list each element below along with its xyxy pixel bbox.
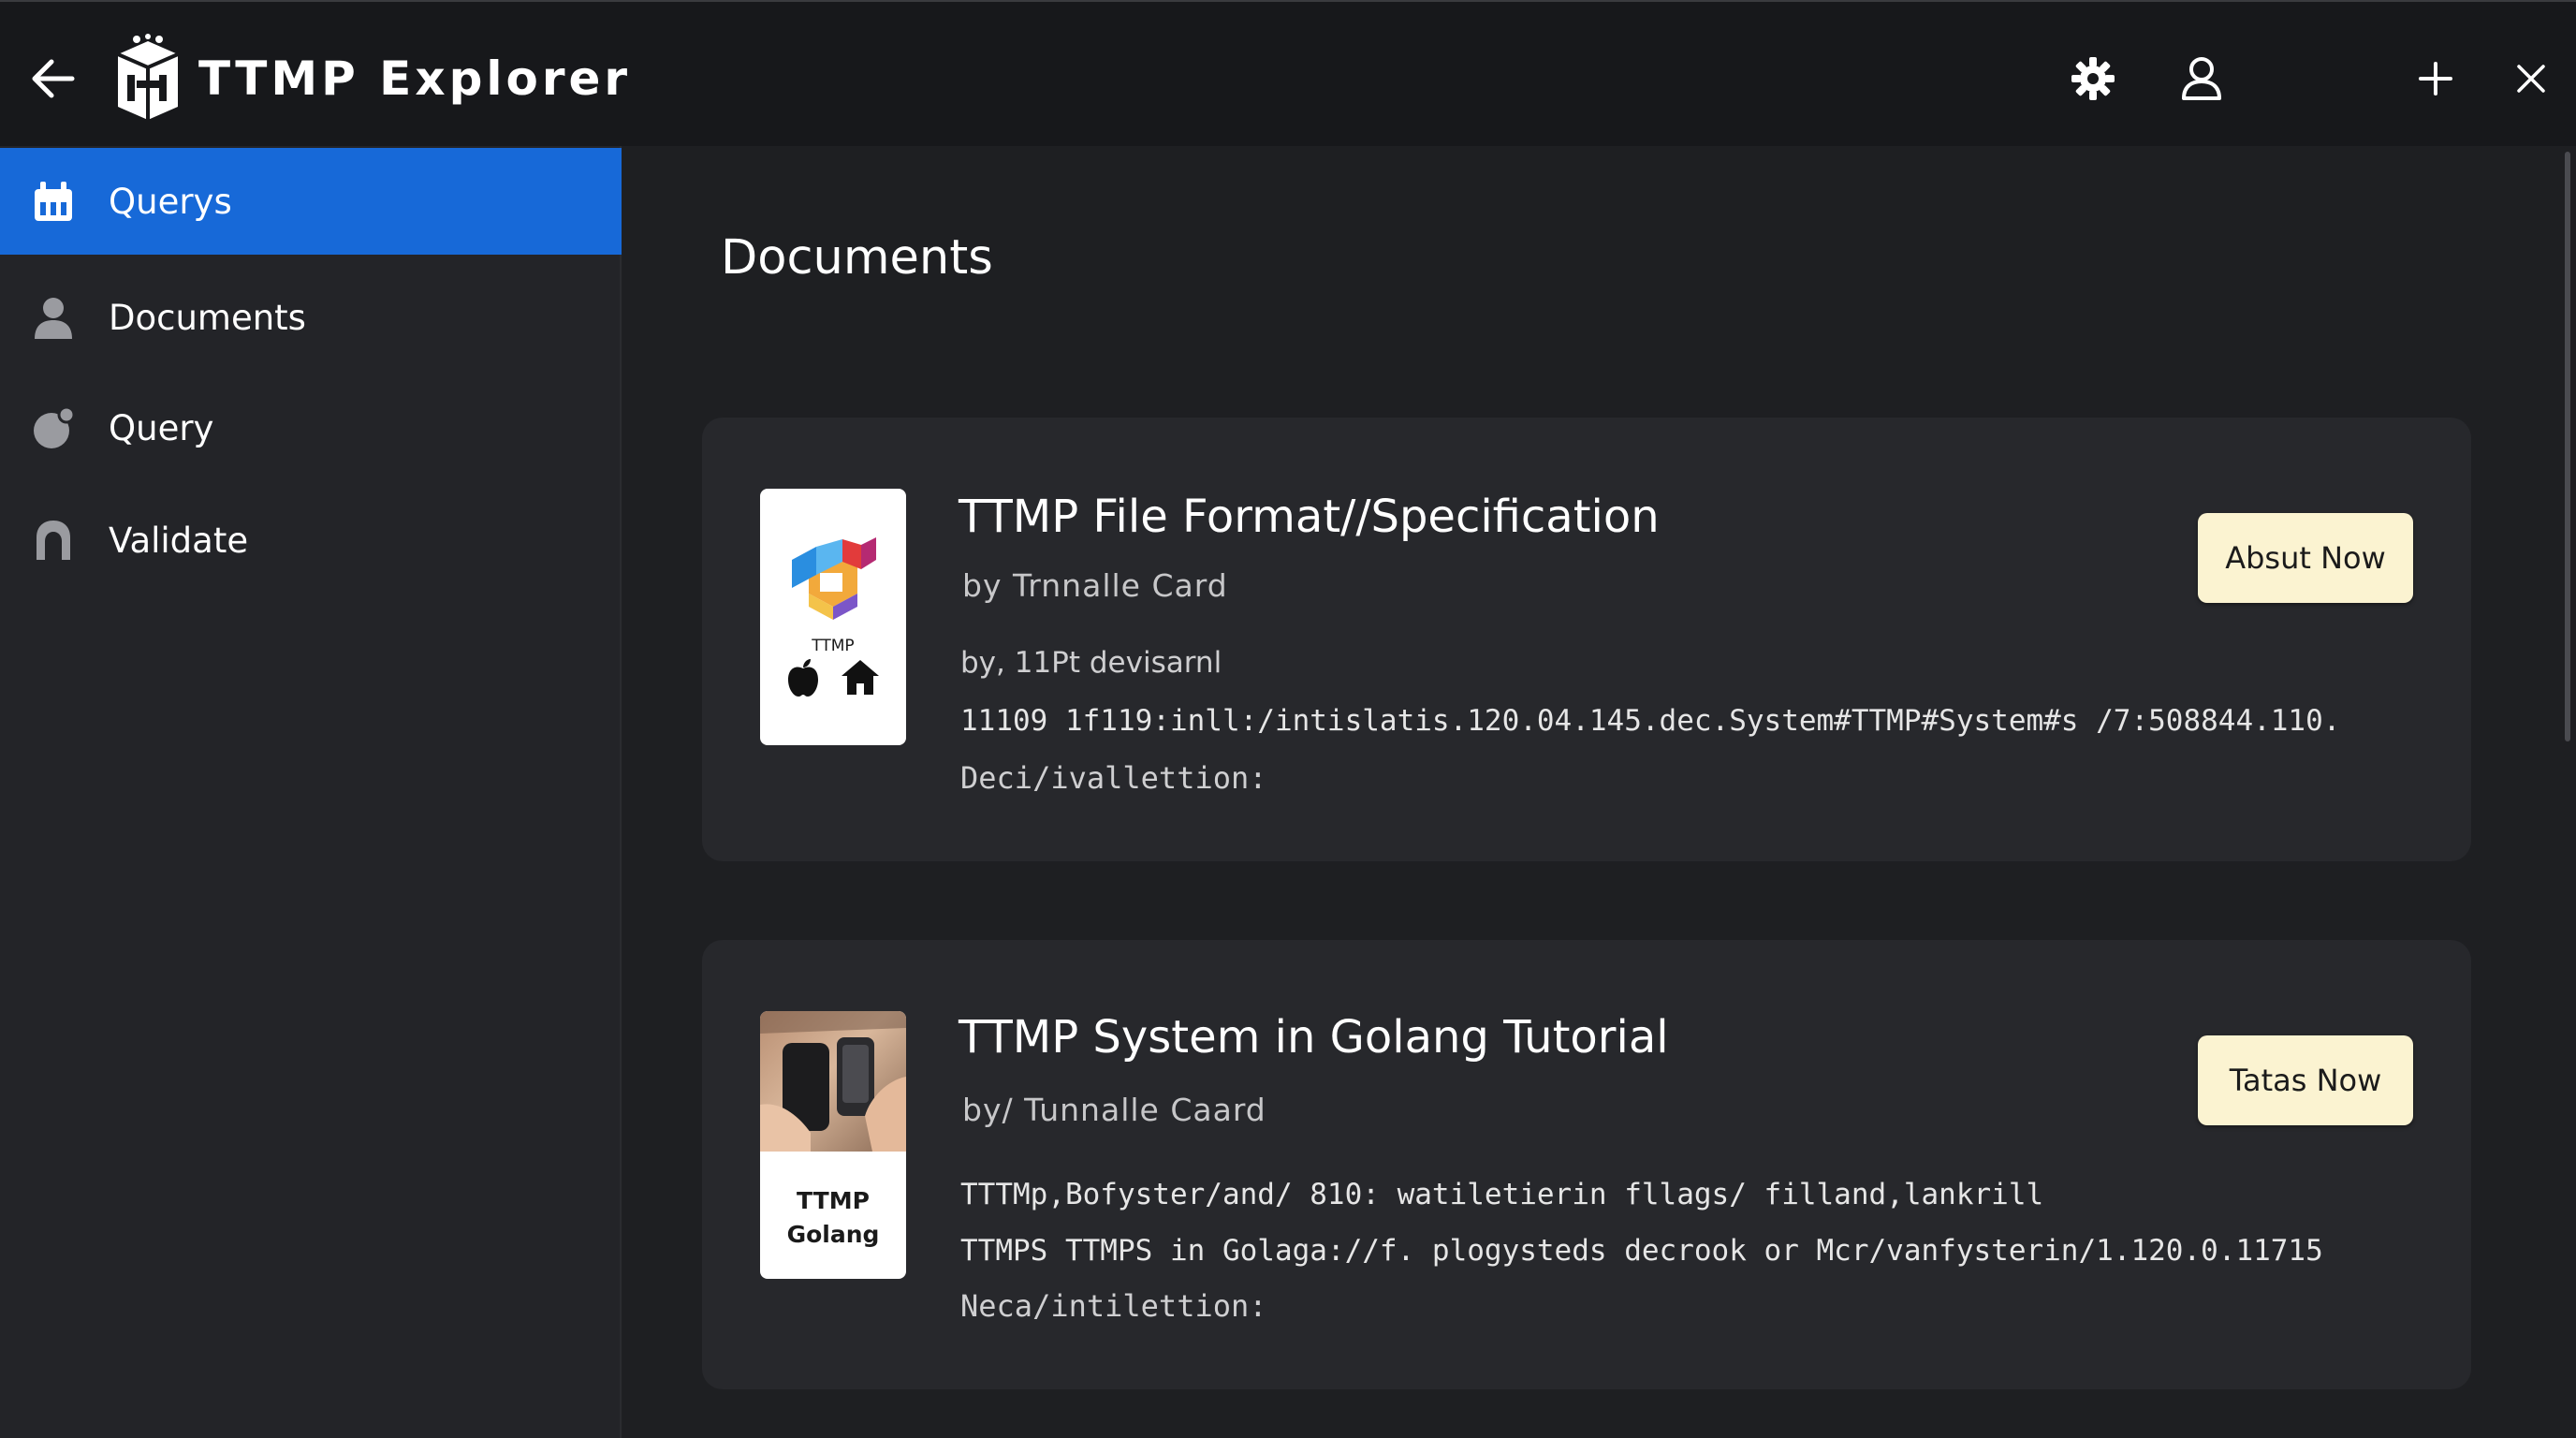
cube-logo-icon (792, 537, 876, 620)
thumbnail-label: TTMP (797, 1187, 870, 1214)
sidebar-item-label: Query (109, 407, 214, 448)
thumbnail-label: TTMP (812, 637, 855, 655)
card-action-button[interactable]: Absut Now (2198, 513, 2413, 603)
lock-icon (26, 513, 80, 567)
close-icon (2517, 65, 2545, 93)
main-content: Documents TTMP TTMP File Format//Specifi… (623, 146, 2576, 1438)
page-title: Documents (721, 230, 993, 286)
sidebar-item-label: Querys (109, 181, 232, 222)
close-button[interactable] (2497, 45, 2565, 112)
add-button[interactable] (2402, 45, 2469, 112)
document-thumbnail: TTMP Golang (760, 1011, 906, 1279)
account-button[interactable] (2168, 45, 2235, 112)
sidebar-item-querys[interactable]: Querys (0, 148, 622, 255)
thumbnail-photo (760, 1011, 906, 1152)
card-meta-line: TTMPS TTMPS in Golaga://f. plogysteds de… (960, 1234, 2323, 1268)
document-thumbnail: TTMP (760, 489, 906, 745)
card-meta-line: TTTMp,Bofyster/and/ 810: watiletierin fl… (960, 1178, 2044, 1211)
card-action-button[interactable]: Tatas Now (2198, 1035, 2413, 1125)
card-author: by/ Tunnalle Caard (962, 1092, 1266, 1128)
sidebar-item-label: Documents (109, 297, 306, 338)
sidebar-item-documents[interactable]: Documents (0, 264, 622, 371)
card-meta-line: 11109 1f119:inll:/intislatis.120.04.145.… (960, 704, 2341, 738)
settings-button[interactable] (2059, 45, 2127, 112)
app-title: TTMP Explorer (198, 51, 632, 106)
card-meta-line: Deci/ivallettion: (960, 760, 1267, 796)
document-card[interactable]: TTMP Golang TTMP System in Golang Tutori… (702, 940, 2471, 1389)
card-author: by Trnnalle Card (962, 567, 1228, 604)
sidebar: Querys Documents Query Validate (0, 146, 622, 1438)
user-icon (2182, 57, 2221, 100)
calendar-icon (26, 174, 80, 228)
apple-icon (788, 659, 818, 697)
thumbnail-label: Golang (786, 1221, 880, 1248)
ttmp-logo-icon (117, 34, 179, 120)
back-button[interactable] (22, 49, 82, 109)
gear-icon (2071, 57, 2115, 100)
query-icon (26, 401, 80, 455)
arrow-left-icon (32, 59, 75, 98)
scrollbar[interactable] (2565, 152, 2570, 741)
home-icon (842, 660, 879, 695)
sidebar-item-validate[interactable]: Validate (0, 487, 622, 594)
card-meta-line: by, 11Pt devisarnl (960, 646, 1222, 680)
card-meta-line: Neca/intilettion: (960, 1288, 1267, 1324)
card-title[interactable]: TTMP System in Golang Tutorial (959, 1011, 1669, 1064)
card-title[interactable]: TTMP File Format//Specification (959, 491, 1660, 543)
title-bar: TTMP Explorer (0, 0, 2576, 146)
document-card[interactable]: TTMP TTMP File Format//Specification by … (702, 418, 2471, 861)
sidebar-item-label: Validate (109, 520, 249, 561)
plus-icon (2419, 62, 2452, 95)
person-icon (26, 290, 80, 345)
sidebar-item-query[interactable]: Query (0, 374, 622, 481)
phone-in-hands-icon (760, 1011, 906, 1152)
